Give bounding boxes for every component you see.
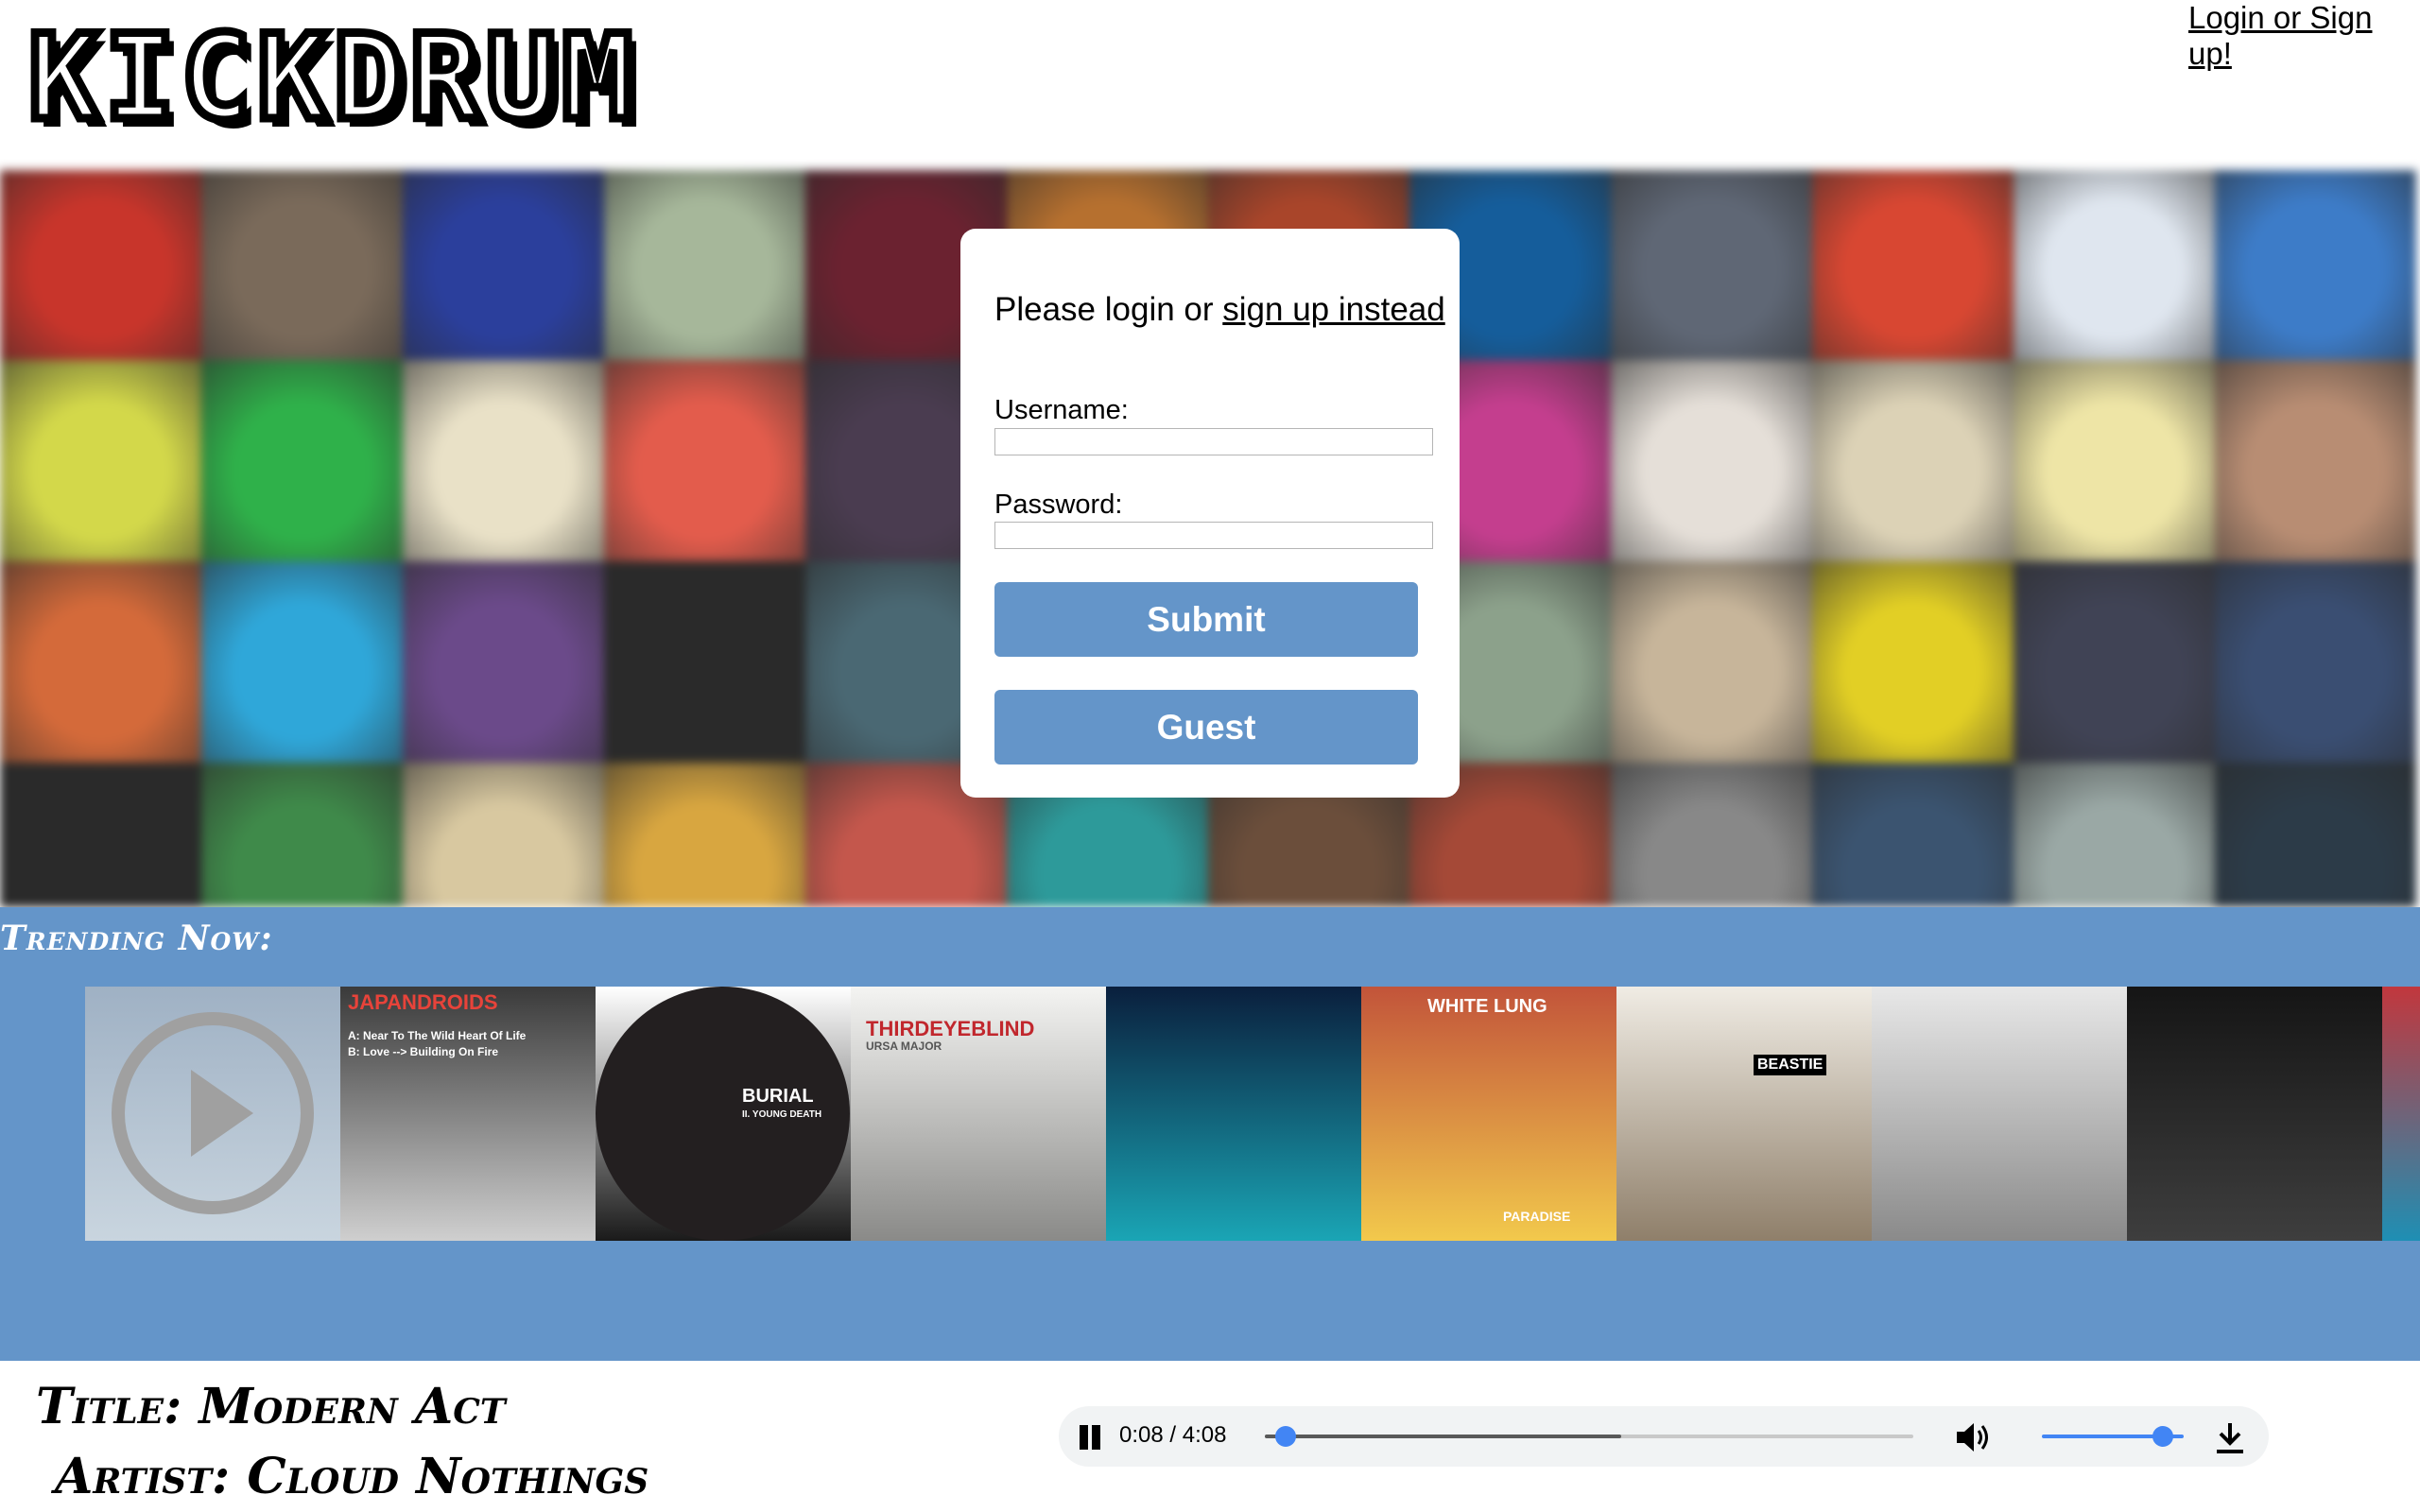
mosaic-tile	[201, 170, 403, 360]
album-cover-text: PARADISE	[1503, 1209, 1571, 1224]
mosaic-tile	[201, 360, 403, 561]
mosaic-tile	[1812, 561, 2014, 763]
mosaic-tile	[1611, 360, 1812, 561]
audio-player: 0:08 / 4:08	[1059, 1406, 2269, 1467]
play-icon[interactable]	[85, 987, 340, 1241]
password-label: Password:	[994, 490, 1123, 520]
mosaic-tile	[2014, 170, 2215, 360]
mosaic-tile	[604, 561, 805, 763]
album-radiohead[interactable]	[1872, 987, 2127, 1241]
login-prompt: Please login or sign up instead	[994, 291, 1445, 329]
album-cover-text: BURIAL	[742, 1086, 814, 1107]
mosaic-tile	[201, 561, 403, 763]
album-beastie-boys[interactable]: BEASTIE	[1616, 987, 1872, 1241]
guest-button[interactable]: Guest	[994, 690, 1418, 765]
album-cover-text: BEASTIE	[1754, 1055, 1827, 1075]
login-card: Please login or sign up instead Username…	[960, 229, 1460, 798]
mosaic-tile	[1812, 763, 2014, 907]
trending-title: Trending Now:	[0, 919, 273, 958]
header: KICKDRUM Login or Sign up!	[0, 0, 2420, 170]
track-artist: Artist: Cloud Nothings	[55, 1448, 649, 1505]
mosaic-tile	[604, 360, 805, 561]
album-white-lung[interactable]: WHITE LUNG PARADISE	[1361, 987, 1616, 1241]
album-cover-text: A: Near To The Wild Heart Of Life	[348, 1029, 527, 1042]
sign-up-instead-link[interactable]: sign up instead	[1222, 291, 1444, 328]
mosaic-tile	[0, 170, 201, 360]
password-input[interactable]	[994, 522, 1433, 549]
album-cloud-nothings[interactable]	[85, 987, 340, 1241]
trending-section: Trending Now: JAPANDROIDS A: Near To The …	[0, 907, 2420, 1361]
album-duo[interactable]	[2127, 987, 2382, 1241]
album-japandroids[interactable]: JAPANDROIDS A: Near To The Wild Heart Of …	[340, 987, 596, 1241]
login-prompt-text: Please login or	[994, 291, 1214, 328]
username-input[interactable]	[994, 428, 1433, 455]
pause-icon[interactable]	[1076, 1423, 1104, 1452]
mosaic-tile	[0, 561, 201, 763]
mosaic-tile	[1611, 763, 1812, 907]
mosaic-tile	[1611, 170, 1812, 360]
seek-bar[interactable]	[1265, 1426, 1913, 1447]
mosaic-tile	[0, 360, 201, 561]
album-burial[interactable]: BURIAL II. YOUNG DEATH	[596, 987, 851, 1241]
album-partial[interactable]	[2382, 987, 2420, 1241]
album-cover-text: THIRDEYEBLIND	[866, 1017, 1035, 1040]
time-display: 0:08 / 4:08	[1119, 1422, 1227, 1448]
album-cover-text: URSA MAJOR	[866, 1040, 942, 1053]
mosaic-tile	[2014, 763, 2215, 907]
mosaic-tile	[2014, 360, 2215, 561]
album-cover-text: WHITE LUNG	[1427, 996, 1547, 1017]
track-title: Title: Modern Act	[36, 1378, 506, 1435]
mosaic-tile	[2215, 763, 2416, 907]
mosaic-tile	[403, 360, 604, 561]
username-label: Username:	[994, 395, 1129, 425]
download-icon[interactable]	[2214, 1421, 2246, 1455]
mosaic-tile	[604, 763, 805, 907]
mosaic-tile	[403, 170, 604, 360]
submit-button[interactable]: Submit	[994, 582, 1418, 657]
seek-buffered	[1265, 1435, 1621, 1438]
trending-carousel: JAPANDROIDS A: Near To The Wild Heart Of …	[85, 987, 2420, 1241]
mosaic-tile	[1611, 561, 1812, 763]
volume-slider[interactable]	[2042, 1426, 2184, 1447]
album-cover-text: II. YOUNG DEATH	[742, 1109, 822, 1120]
login-signup-link[interactable]: Login or Sign up!	[2188, 0, 2392, 72]
mosaic-tile	[0, 763, 201, 907]
volume-icon[interactable]	[1955, 1421, 1993, 1453]
volume-handle[interactable]	[2152, 1426, 2173, 1447]
kickdrum-logo[interactable]: KICKDRUM	[24, 10, 639, 146]
mosaic-tile	[604, 170, 805, 360]
mosaic-tile	[2215, 170, 2416, 360]
album-run-the-jewels[interactable]	[1106, 987, 1361, 1241]
album-third-eye-blind[interactable]: THIRDEYEBLIND URSA MAJOR	[851, 987, 1106, 1241]
album-cover-text: JAPANDROIDS	[348, 990, 498, 1014]
mosaic-tile	[403, 561, 604, 763]
mosaic-tile	[1812, 170, 2014, 360]
mosaic-tile	[1812, 360, 2014, 561]
logo-text: KICKDRUM	[24, 10, 639, 146]
album-cover-text: B: Love --> Building On Fire	[348, 1045, 498, 1058]
mosaic-tile	[2215, 561, 2416, 763]
mosaic-tile	[403, 763, 604, 907]
mosaic-tile	[201, 763, 403, 907]
seek-handle[interactable]	[1275, 1426, 1296, 1447]
mosaic-tile	[2014, 561, 2215, 763]
mosaic-tile	[2215, 360, 2416, 561]
